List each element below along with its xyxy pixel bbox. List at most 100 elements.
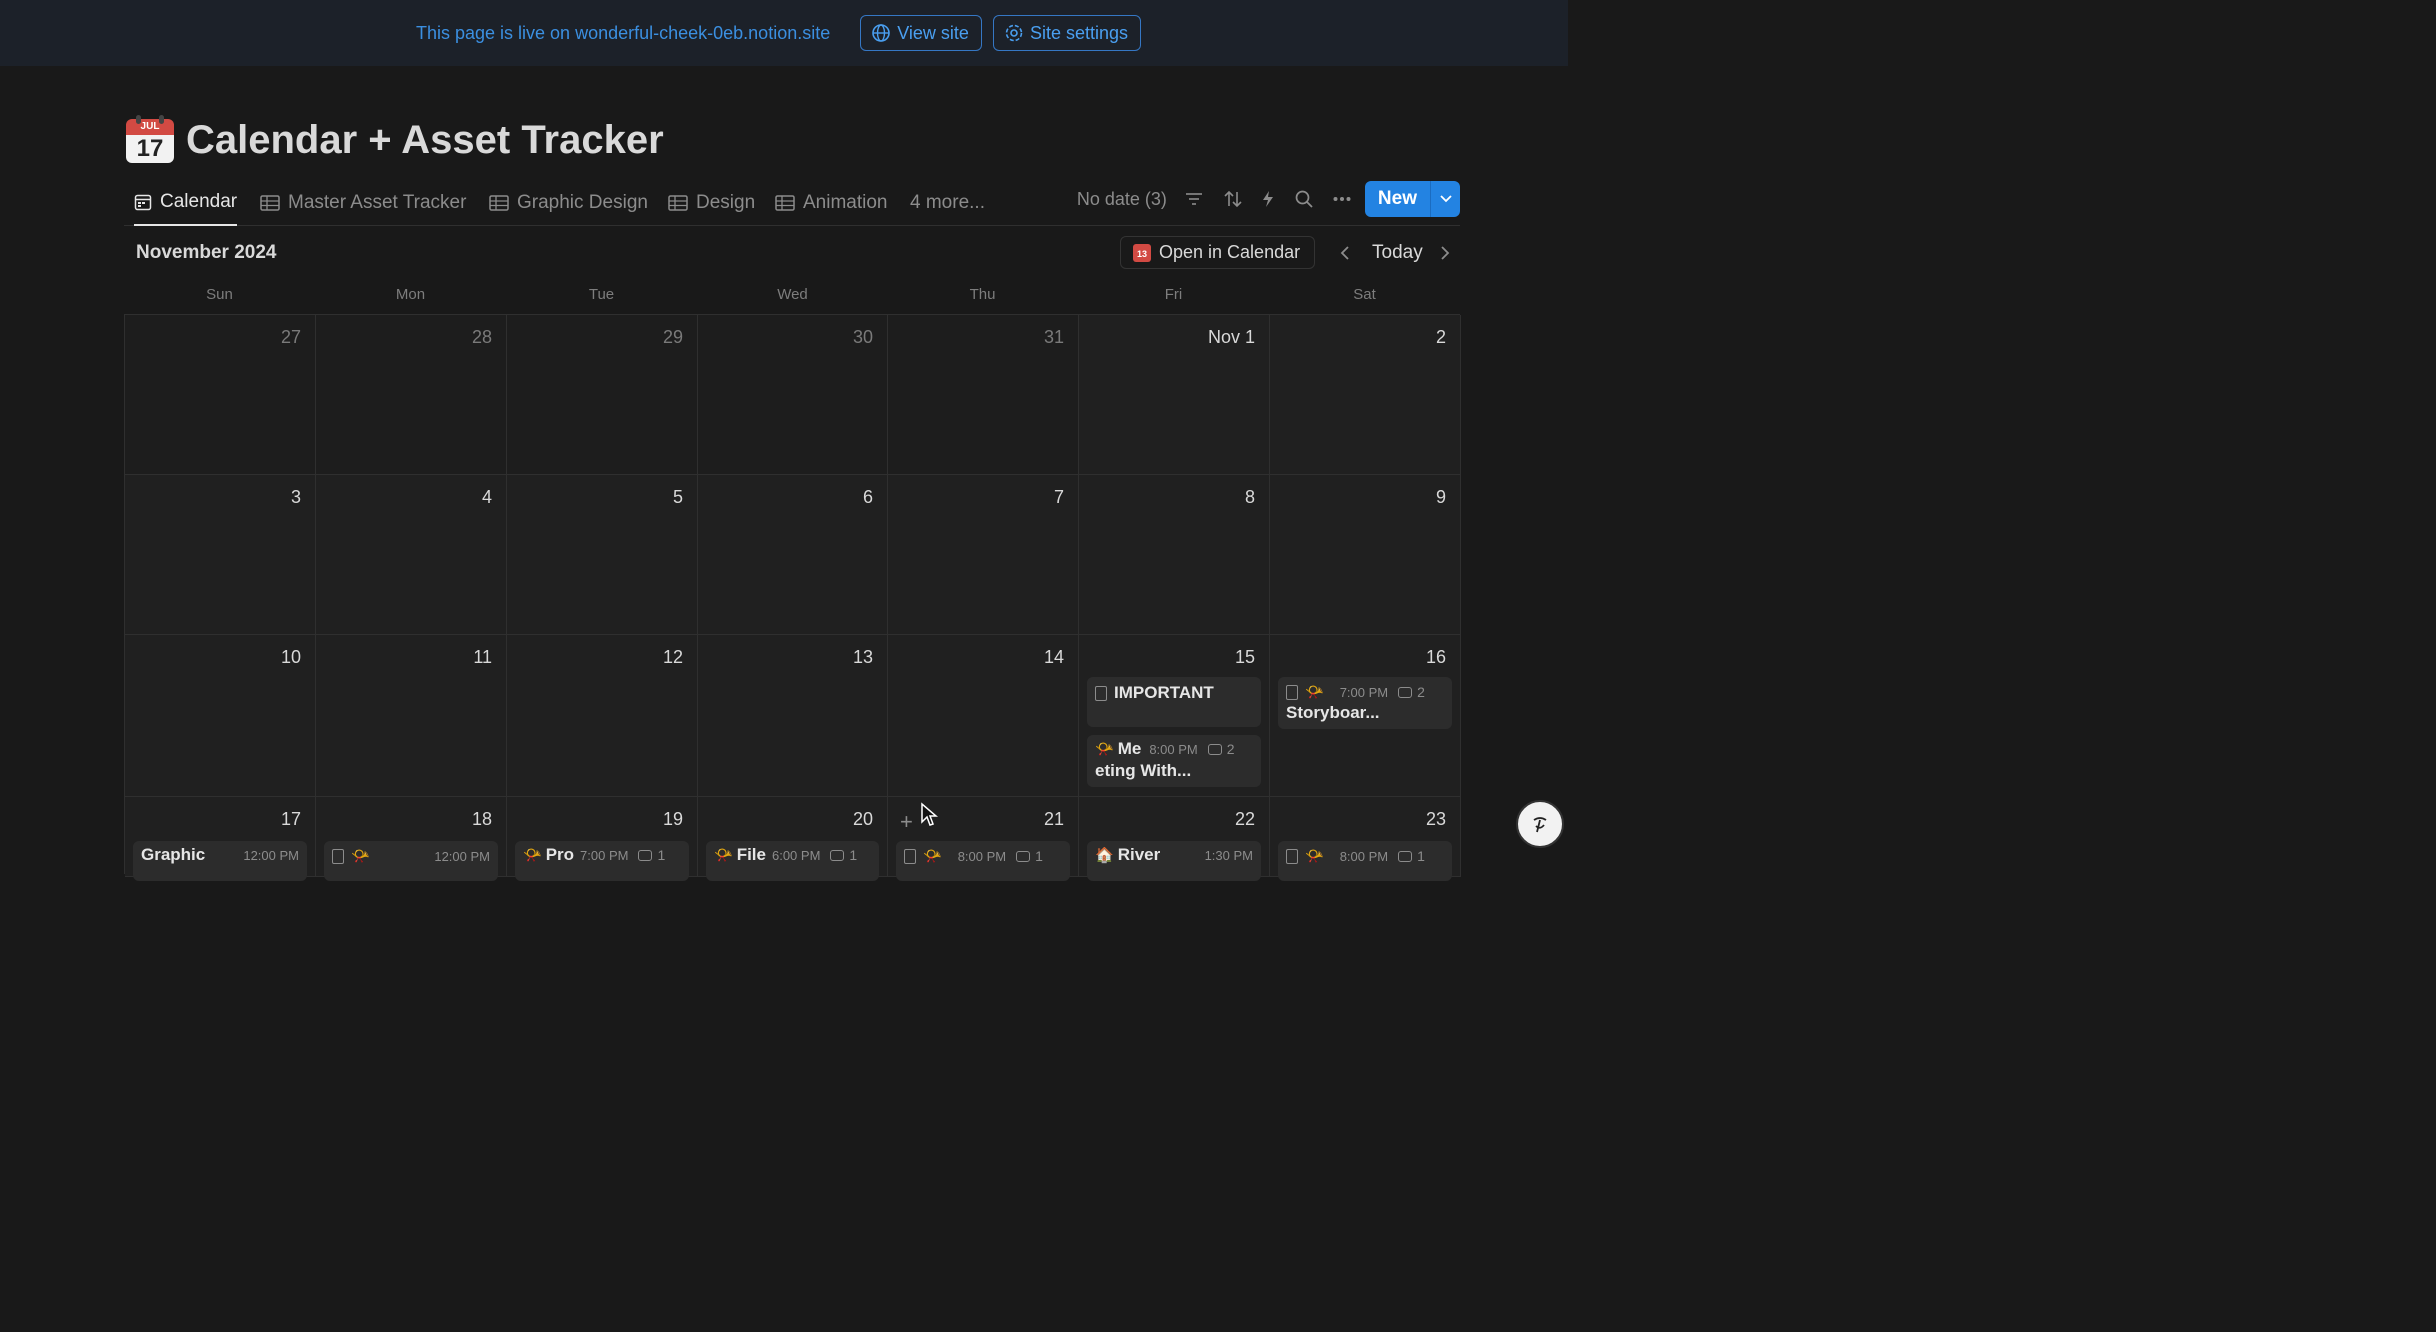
event-card[interactable]: 📯 8:00 PM 1	[896, 841, 1070, 881]
event-card[interactable]: 📯 12:00 PM	[324, 841, 498, 881]
open-in-calendar-button[interactable]: 13 Open in Calendar	[1120, 236, 1316, 269]
help-assistant-button[interactable]	[1516, 800, 1564, 848]
day-number: 10	[280, 647, 301, 667]
add-event-plus-icon[interactable]: +	[900, 809, 913, 835]
event-title: Pro	[545, 845, 575, 864]
day-number: 31	[1043, 327, 1064, 347]
tab-calendar[interactable]: Calendar	[134, 180, 238, 226]
day-number: 20	[852, 809, 873, 829]
event-card[interactable]: 📯 File 6:00 PM 1	[706, 841, 879, 881]
day-number: 18	[471, 809, 492, 829]
day-cell[interactable]: 31	[888, 315, 1079, 475]
site-settings-button[interactable]: Site settings	[992, 15, 1141, 51]
more-options-icon[interactable]	[1333, 196, 1351, 202]
day-cell[interactable]: 17 Graphic 12:00 PM	[125, 797, 316, 881]
comment-count: 1	[1016, 848, 1043, 864]
day-cell[interactable]: 22 🏠 River 1:30 PM	[1079, 797, 1270, 881]
event-time: 12:00 PM	[243, 847, 299, 863]
day-number: 17	[280, 809, 301, 829]
day-cell[interactable]: 19 📯 Pro 7:00 PM 1	[507, 797, 698, 881]
day-cell[interactable]: 23 📯 8:00 PM 1	[1270, 797, 1461, 881]
view-site-button[interactable]: View site	[860, 15, 982, 51]
day-cell[interactable]: 2	[1270, 315, 1461, 475]
tab-graphic-design[interactable]: Graphic Design	[489, 180, 648, 226]
day-cell[interactable]: 15 IMPORTANT 📯 Me 8:00 PM 2 eting With...	[1079, 635, 1270, 797]
event-title: File	[736, 845, 766, 864]
no-date-button[interactable]: No date (3)	[1077, 189, 1167, 210]
view-site-label: View site	[897, 22, 969, 43]
page-icon	[1095, 685, 1107, 701]
event-card[interactable]: 📯 Me 8:00 PM 2 eting With...	[1087, 735, 1261, 787]
tab-label: Calendar	[160, 191, 238, 212]
comment-number: 1	[657, 847, 666, 863]
megaphone-icon: 📯	[923, 848, 942, 865]
today-button[interactable]: Today	[1372, 242, 1423, 264]
weekday-sat: Sat	[1353, 286, 1376, 303]
day-cell[interactable]: 20 📯 File 6:00 PM 1	[698, 797, 888, 881]
day-cell[interactable]: 12	[507, 635, 698, 797]
day-cell[interactable]: 5	[507, 475, 698, 635]
day-cell[interactable]: 4	[316, 475, 507, 635]
event-card[interactable]: 📯 Pro 7:00 PM 1	[515, 841, 689, 881]
day-number: 9	[1435, 487, 1446, 507]
event-card[interactable]: 📯 7:00 PM 2 Storyboar...	[1278, 677, 1452, 729]
day-number: 27	[280, 327, 301, 347]
next-month-chevron-icon[interactable]	[1440, 240, 1450, 266]
day-cell[interactable]: 10	[125, 635, 316, 797]
calendar-icon	[134, 194, 152, 211]
day-cell[interactable]: Nov 1	[1079, 315, 1270, 475]
day-number: 14	[1043, 647, 1064, 667]
event-card[interactable]: 📯 8:00 PM 1	[1278, 841, 1452, 881]
tab-master-asset-tracker[interactable]: Master Asset Tracker	[260, 180, 466, 226]
weekday-wed: Wed	[777, 286, 808, 303]
table-icon	[489, 195, 509, 211]
tab-design[interactable]: Design	[668, 180, 755, 226]
day-cell[interactable]: 29	[507, 315, 698, 475]
day-cell[interactable]: 13	[698, 635, 888, 797]
event-card[interactable]: 🏠 River 1:30 PM	[1087, 841, 1261, 881]
day-cell[interactable]: 8	[1079, 475, 1270, 635]
megaphone-icon: 📯	[1305, 848, 1324, 865]
comment-number: 1	[1035, 848, 1043, 864]
prev-month-chevron-icon[interactable]	[1340, 240, 1350, 266]
tab-animation[interactable]: Animation	[775, 180, 888, 226]
day-cell[interactable]: 28	[316, 315, 507, 475]
new-button-label: New	[1377, 188, 1417, 209]
event-card[interactable]: Graphic 12:00 PM	[133, 841, 307, 881]
day-cell[interactable]: 14	[888, 635, 1079, 797]
event-time: 1:30 PM	[1204, 847, 1253, 863]
day-number: 28	[471, 327, 492, 347]
sort-icon[interactable]	[1223, 190, 1243, 208]
calendar-emoji-month: JUL	[126, 119, 174, 135]
chevron-down-icon[interactable]	[1430, 181, 1460, 217]
new-button[interactable]: New	[1364, 181, 1460, 217]
more-views-button[interactable]: 4 more...	[910, 180, 985, 226]
day-cell[interactable]: 16 📯 7:00 PM 2 Storyboar...	[1270, 635, 1461, 797]
day-cell[interactable]: 7	[888, 475, 1079, 635]
day-cell[interactable]: + 21 📯 8:00 PM 1	[888, 797, 1079, 881]
comment-count: 1	[638, 847, 665, 863]
open-in-calendar-label: Open in Calendar	[1159, 242, 1301, 262]
page-icon	[332, 848, 344, 864]
comment-icon	[1398, 850, 1413, 862]
day-cell[interactable]: 30	[698, 315, 888, 475]
day-number: 21	[1043, 809, 1064, 829]
page-icon	[1286, 848, 1298, 864]
day-cell[interactable]: 9	[1270, 475, 1461, 635]
day-cell[interactable]: 27	[125, 315, 316, 475]
automation-bolt-icon[interactable]	[1261, 190, 1275, 208]
filter-icon[interactable]	[1185, 192, 1203, 206]
table-icon	[775, 195, 795, 211]
day-number: 19	[662, 809, 683, 829]
day-cell[interactable]: 6	[698, 475, 888, 635]
day-cell[interactable]: 18 📯 12:00 PM	[316, 797, 507, 881]
calendar-emoji-icon[interactable]: JUL 17	[126, 115, 174, 165]
comment-count: 1	[1398, 848, 1425, 864]
event-card[interactable]: IMPORTANT	[1087, 677, 1261, 727]
day-cell[interactable]: 3	[125, 475, 316, 635]
day-cell[interactable]: 11	[316, 635, 507, 797]
tab-label: Master Asset Tracker	[288, 192, 467, 213]
search-icon[interactable]	[1295, 190, 1313, 208]
page-title[interactable]: Calendar + Asset Tracker	[186, 118, 664, 163]
event-time: 7:00 PM	[580, 847, 629, 863]
